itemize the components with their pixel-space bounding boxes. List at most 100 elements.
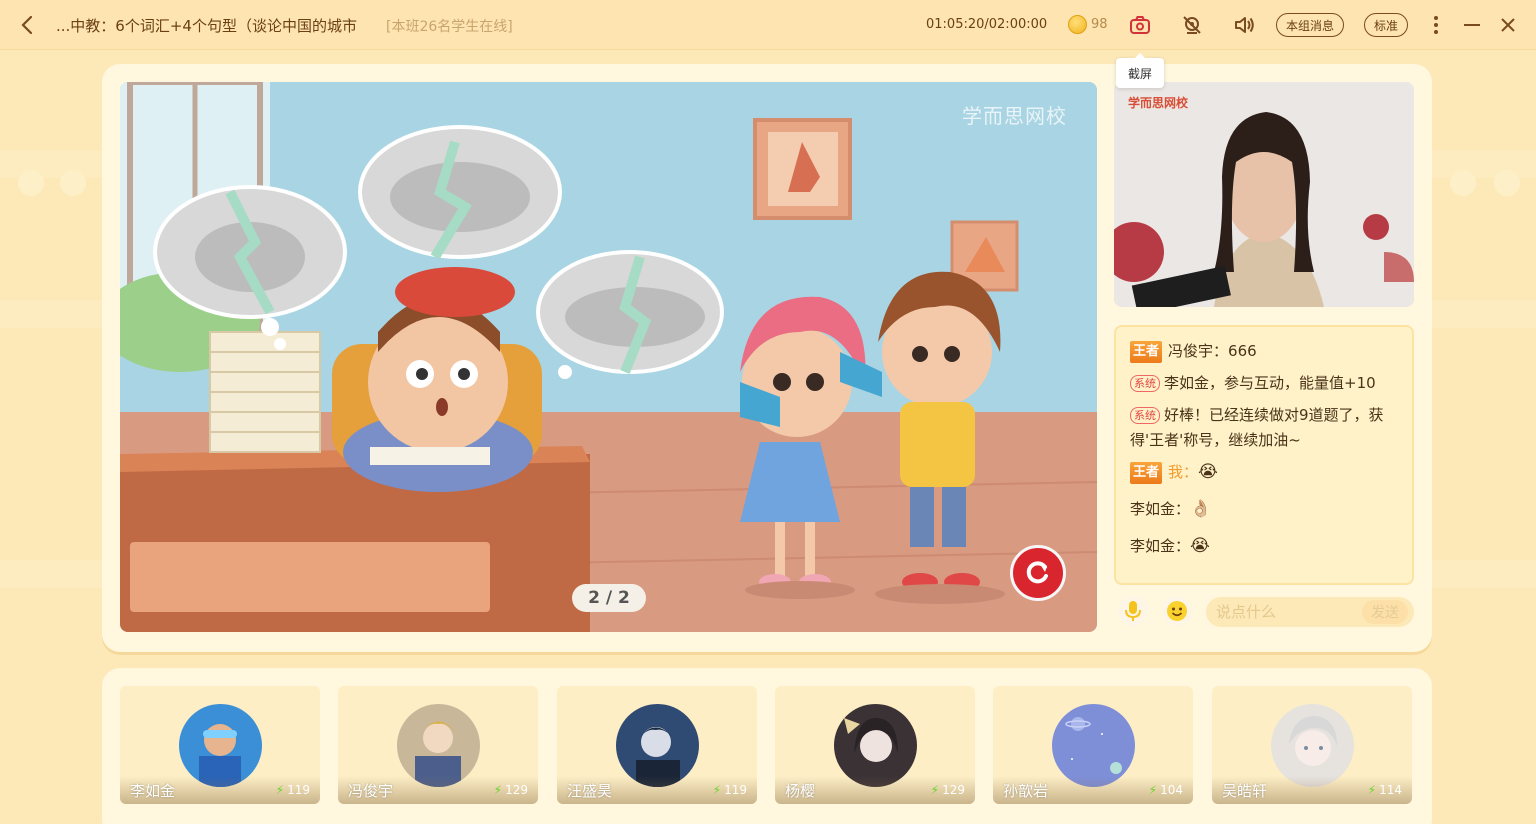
bg-dot [1494,170,1520,196]
student-name: 李如金 [130,781,176,800]
bg-dot [18,170,44,196]
student-name: 杨樱 [785,781,816,800]
camera-icon[interactable] [1128,13,1152,37]
lesson-title: ...中教：6个词汇+4个句型（谈论中国的城市 [56,17,357,35]
screenshot-tooltip: 截屏 [1116,53,1164,88]
teacher-video: 学而思网校 [1114,82,1414,307]
card-footer: 孙歆岩 ⚡ 104 [993,776,1193,804]
energy-count: ⚡ 129 [494,783,528,797]
student-card[interactable]: 冯俊宇 ⚡ 129 [338,686,538,804]
chat-sender: 李如金 [1130,500,1176,518]
minimize-icon[interactable] [1460,13,1484,37]
top-bar: ...中教：6个词汇+4个句型（谈论中国的城市 [本班26名学生在线] 01:0… [0,0,1536,50]
energy-value: 114 [1379,783,1402,797]
replay-icon [1026,561,1048,584]
chat-sender: 我 [1168,463,1184,481]
coin-balance: 98 [1068,15,1108,34]
quality-button[interactable]: 标准 [1364,13,1409,37]
crying-emoji: 😭 [1190,536,1210,556]
avatar [1271,704,1354,787]
chat-separator: ： [1175,537,1191,555]
system-badge: 系统 [1130,375,1160,392]
chat-message: 系统 好棒！已经连续做对9道题了，获得'王者'称号，继续加油~ [1130,403,1400,453]
page-indicator: 2 / 2 [572,584,646,612]
king-badge: 王者 [1130,461,1163,484]
emoji-button[interactable] [1162,596,1192,626]
lightning-icon: ⚡ [1367,783,1377,797]
chat-text: 李如金，参与互动，能量值+10 [1164,374,1376,392]
student-card[interactable]: 杨樱 ⚡ 129 [775,686,975,804]
slide-illustration [120,82,1097,632]
chat-separator: ： [1175,500,1191,518]
card-footer: 汪盛昊 ⚡ 119 [557,776,757,804]
camera-off-icon[interactable] [1180,13,1204,37]
student-card[interactable]: 李如金 ⚡ 119 [120,686,320,804]
send-button[interactable]: 发送 [1362,600,1408,624]
class-timer: 01:05:20/02:00:00 [926,17,1048,32]
smiley-icon [1167,601,1187,621]
avatar [179,704,262,787]
student-name: 吴皓轩 [1222,781,1268,800]
video-watermark: 学而思网校 [1128,96,1189,110]
avatar [397,704,480,787]
lightning-icon: ⚡ [930,783,940,797]
coin-icon [1068,15,1087,34]
ok-hand-emoji: 👌🏼 [1190,499,1212,519]
energy-count: ⚡ 119 [713,783,747,797]
coin-count: 98 [1091,17,1108,32]
energy-count: ⚡ 104 [1149,783,1183,797]
replay-button[interactable] [1010,545,1066,601]
more-icon[interactable] [1424,13,1448,37]
card-footer: 李如金 ⚡ 119 [120,776,320,804]
crying-emoji: 😭 [1198,462,1218,482]
chat-message: 王者 我：😭 [1130,460,1400,485]
card-footer: 杨樱 ⚡ 129 [775,776,975,804]
chat-input-row: 发送 [1118,596,1414,628]
teacher-video-frame [1114,82,1414,307]
card-footer: 吴皓轩 ⚡ 114 [1212,776,1412,804]
energy-count: ⚡ 129 [931,783,965,797]
student-card[interactable]: 吴皓轩 ⚡ 114 [1212,686,1412,804]
chat-message: 李如金：👌🏼 [1130,497,1400,522]
student-name: 冯俊宇 [348,781,394,800]
slide-watermark: 学而思网校 [962,104,1067,128]
online-count: [本班26名学生在线] [386,19,513,35]
energy-value: 119 [287,783,310,797]
student-card[interactable]: 孙歆岩 ⚡ 104 [993,686,1193,804]
energy-value: 104 [1160,783,1183,797]
energy-value: 129 [505,783,528,797]
chat-text: 666 [1228,342,1257,360]
close-icon[interactable] [1496,13,1520,37]
avatar [1052,704,1135,787]
bg-dot [1450,170,1476,196]
energy-count: ⚡ 119 [276,783,310,797]
back-arrow-icon[interactable] [14,12,40,38]
lightning-icon: ⚡ [712,783,722,797]
lightning-icon: ⚡ [1148,783,1158,797]
student-card[interactable]: 汪盛昊 ⚡ 119 [557,686,757,804]
student-name: 汪盛昊 [567,781,613,800]
microphone-icon [1125,601,1141,621]
chat-message: 系统 李如金，参与互动，能量值+10 [1130,371,1400,396]
lightning-icon: ⚡ [275,783,285,797]
courseware-slide[interactable]: 学而思网校 2 / 2 [120,82,1097,632]
avatar [834,704,917,787]
card-footer: 冯俊宇 ⚡ 129 [338,776,538,804]
energy-count: ⚡ 114 [1368,783,1402,797]
chat-message: 王者 冯俊宇：666 [1130,339,1400,364]
microphone-button[interactable] [1118,596,1148,626]
chat-text: 好棒！已经连续做对9道题了，获得'王者'称号，继续加油~ [1130,406,1384,449]
energy-value: 129 [942,783,965,797]
chat-panel: 王者 冯俊宇：666 系统 李如金，参与互动，能量值+10 系统 好棒！已经连续做对9… [1114,325,1414,585]
chat-separator: ： [1213,342,1229,360]
speaker-icon[interactable] [1232,13,1256,37]
group-messages-button[interactable]: 本组消息 [1276,13,1345,37]
king-badge: 王者 [1130,340,1163,363]
system-badge: 系统 [1130,407,1160,424]
chat-sender: 李如金 [1130,537,1176,555]
chat-message: 李如金：😭 [1130,534,1400,559]
bg-dot [60,170,86,196]
chat-sender: 冯俊宇 [1168,342,1214,360]
energy-value: 119 [724,783,747,797]
avatar [616,704,699,787]
